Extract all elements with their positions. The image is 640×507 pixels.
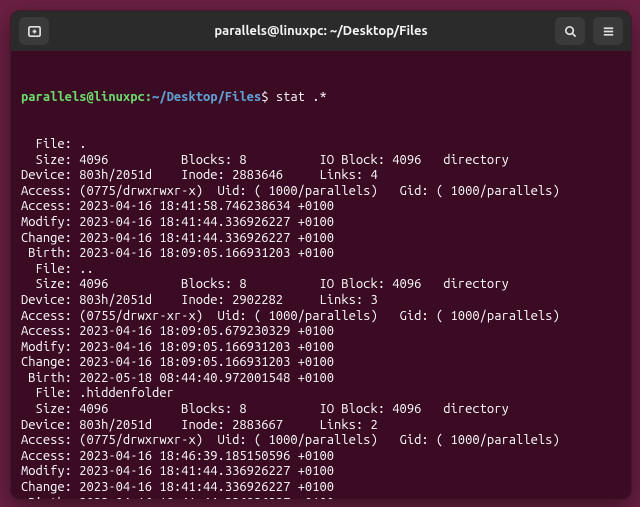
window-title: parallels@linuxpc: ~/Desktop/Files <box>214 24 427 38</box>
output-line: File: .hiddenfolder <box>21 386 621 402</box>
output-line: Device: 803h/2051d Inode: 2883646 Links:… <box>21 168 621 184</box>
titlebar: parallels@linuxpc: ~/Desktop/Files <box>11 11 631 51</box>
prompt-line: parallels@linuxpc:~/Desktop/Files$ stat … <box>21 90 621 106</box>
output-line: File: .. <box>21 262 621 278</box>
output-line: Access: (0775/drwxrwxr-x) Uid: ( 1000/pa… <box>21 433 621 449</box>
new-tab-icon <box>27 24 42 39</box>
output-line: Modify: 2023-04-16 18:41:44.336926227 +0… <box>21 215 621 231</box>
terminal-window: parallels@linuxpc: ~/Desktop/Files paral… <box>10 10 632 500</box>
prompt-user: parallels@linuxpc <box>21 90 145 104</box>
output-line: File: . <box>21 137 621 153</box>
search-button[interactable] <box>555 17 585 45</box>
output-line: Access: 2023-04-16 18:41:58.746238634 +0… <box>21 199 621 215</box>
hamburger-icon <box>601 24 616 39</box>
output-line: Size: 4096 Blocks: 8 IO Block: 4096 dire… <box>21 277 621 293</box>
output-line: Device: 803h/2051d Inode: 2883667 Links:… <box>21 418 621 434</box>
output-line: Access: (0775/drwxrwxr-x) Uid: ( 1000/pa… <box>21 184 621 200</box>
output-line: Modify: 2023-04-16 18:09:05.166931203 +0… <box>21 340 621 356</box>
output-line: Access: 2023-04-16 18:09:05.679230329 +0… <box>21 324 621 340</box>
prompt-command: stat .* <box>276 90 327 104</box>
prompt-cwd: ~/Desktop/Files <box>152 90 261 104</box>
output-line: Size: 4096 Blocks: 8 IO Block: 4096 dire… <box>21 402 621 418</box>
output-line: Change: 2023-04-16 18:41:44.336926227 +0… <box>21 480 621 496</box>
output-line: Size: 4096 Blocks: 8 IO Block: 4096 dire… <box>21 153 621 169</box>
output-line: Device: 803h/2051d Inode: 2902282 Links:… <box>21 293 621 309</box>
menu-button[interactable] <box>593 17 623 45</box>
output-line: Birth: 2023-04-16 18:41:44.336926227 +01… <box>21 496 621 500</box>
output-line: Birth: 2023-04-16 18:09:05.166931203 +01… <box>21 246 621 262</box>
search-icon <box>563 24 578 39</box>
output-line: Birth: 2022-05-18 08:44:40.972001548 +01… <box>21 371 621 387</box>
terminal-body[interactable]: parallels@linuxpc:~/Desktop/Files$ stat … <box>11 51 631 500</box>
output-line: Modify: 2023-04-16 18:41:44.336926227 +0… <box>21 464 621 480</box>
output-line: Access: (0755/drwxr-xr-x) Uid: ( 1000/pa… <box>21 309 621 325</box>
terminal-output: File: . Size: 4096 Blocks: 8 IO Block: 4… <box>21 137 621 500</box>
new-tab-button[interactable] <box>19 17 49 45</box>
output-line: Access: 2023-04-16 18:46:39.185150596 +0… <box>21 449 621 465</box>
output-line: Change: 2023-04-16 18:41:44.336926227 +0… <box>21 231 621 247</box>
output-line: Change: 2023-04-16 18:09:05.166931203 +0… <box>21 355 621 371</box>
